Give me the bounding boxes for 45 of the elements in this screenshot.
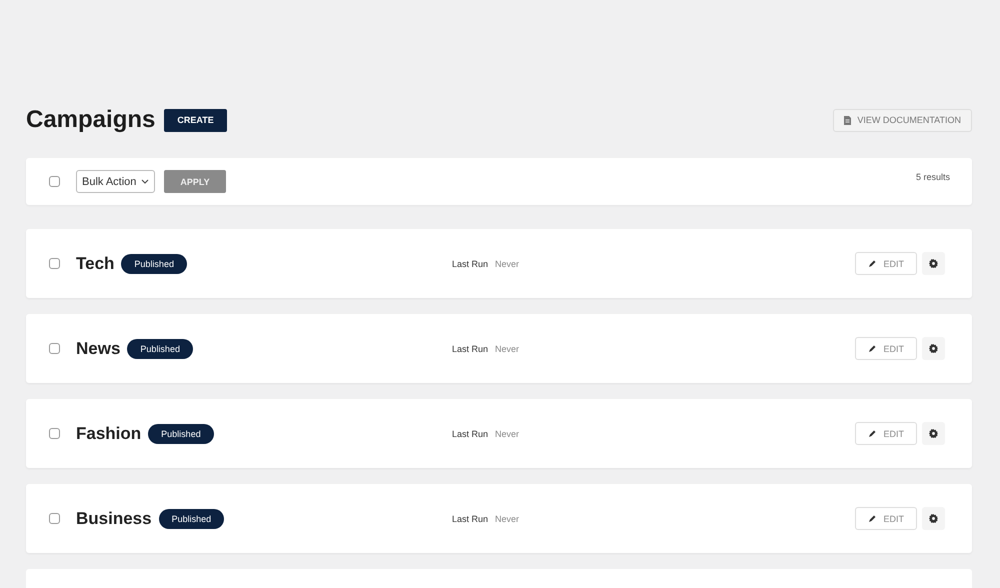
last-run-label: Last Run: [452, 514, 488, 524]
pencil-icon: [868, 260, 876, 268]
pencil-icon: [868, 430, 876, 438]
page-title: Campaigns: [26, 106, 156, 134]
status-badge: Published: [158, 508, 224, 528]
apply-button[interactable]: APPLY: [164, 170, 226, 193]
settings-button[interactable]: [922, 337, 945, 360]
campaign-name: News: [76, 338, 120, 358]
last-run-value: Never: [495, 258, 520, 268]
checkbox[interactable]: [49, 258, 60, 269]
status-badge: Published: [127, 338, 193, 358]
checkbox[interactable]: [49, 343, 60, 354]
last-run-label: Last Run: [452, 258, 488, 268]
settings-button[interactable]: [922, 252, 945, 275]
campaign-name: Fashion: [76, 424, 142, 444]
bulk-action-dropdown[interactable]: Bulk Action: [76, 170, 156, 193]
last-run-label: Last Run: [452, 428, 488, 438]
last-run-label: Last Run: [452, 344, 488, 354]
chevron-down-icon: [141, 179, 150, 184]
settings-button[interactable]: [922, 422, 945, 445]
last-run-value: Never: [495, 344, 520, 354]
pencil-icon: [868, 344, 876, 352]
edit-button[interactable]: EDIT: [855, 252, 917, 275]
edit-button[interactable]: EDIT: [855, 337, 917, 360]
results-count: 5 results: [916, 172, 950, 182]
document-icon: [844, 116, 852, 124]
settings-icon: [929, 429, 938, 438]
create-button[interactable]: CREATE: [164, 108, 227, 132]
edit-button[interactable]: EDIT: [855, 422, 917, 445]
checkbox[interactable]: [49, 176, 60, 187]
checkbox[interactable]: [49, 513, 60, 524]
checkbox[interactable]: [49, 428, 60, 439]
edit-button[interactable]: EDIT: [855, 507, 917, 530]
campaign-name: Tech: [76, 254, 114, 274]
view-documentation-button[interactable]: VIEW DOCUMENTATION: [833, 108, 972, 132]
campaign-name: Business: [76, 508, 152, 528]
status-badge: Published: [121, 254, 187, 274]
settings-button[interactable]: [922, 507, 945, 530]
status-badge: Published: [148, 424, 214, 444]
last-run-value: Never: [495, 428, 520, 438]
last-run-value: Never: [495, 514, 520, 524]
settings-icon: [929, 344, 938, 353]
settings-icon: [929, 259, 938, 268]
pencil-icon: [868, 514, 876, 522]
settings-icon: [929, 514, 938, 523]
